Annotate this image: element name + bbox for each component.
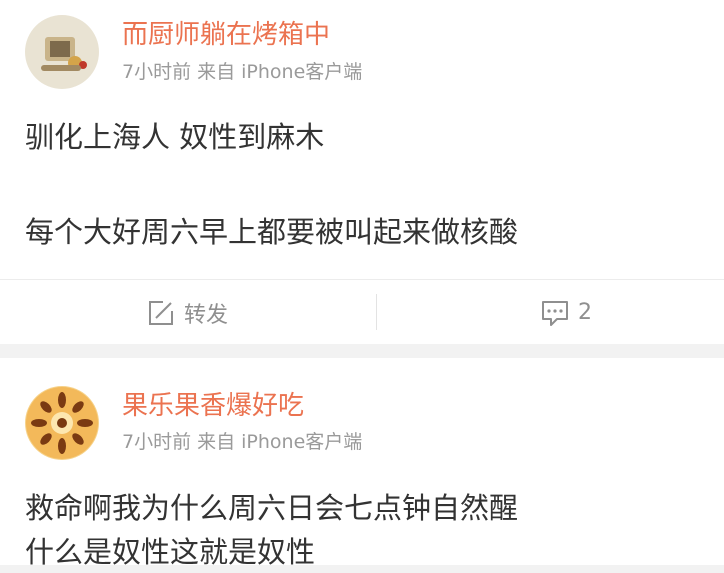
weibo-post-card: 而厨师躺在烤箱中 7小时前 来自 iPhone客户端 驯化上海人 奴性到麻木 每个… xyxy=(0,0,724,344)
compose-icon xyxy=(149,300,173,325)
post-source: 来自 iPhone客户端 xyxy=(197,61,363,83)
post-text-line: 驯化上海人 奴性到麻木 xyxy=(25,120,325,154)
avatar-image xyxy=(25,15,99,89)
avatar-image xyxy=(25,386,99,460)
post-actions: 转发 2 xyxy=(0,279,724,345)
post-meta: 7小时前 来自 iPhone客户端 xyxy=(122,430,362,454)
repost-button[interactable]: 转发 xyxy=(146,280,228,345)
post-meta: 7小时前 来自 iPhone客户端 xyxy=(122,60,362,84)
post-text-line: 每个大好周六早上都要被叫起来做核酸 xyxy=(25,215,519,249)
comment-icon xyxy=(542,300,568,326)
post-source: 来自 iPhone客户端 xyxy=(197,431,363,453)
comment-count: 2 xyxy=(578,300,592,325)
avatar[interactable] xyxy=(25,386,99,460)
post-time: 7小时前 xyxy=(122,431,192,453)
author-name[interactable]: 果乐果香爆好吃 xyxy=(122,391,304,421)
post-text-line: 救命啊我为什么周六日会七点钟自然醒 xyxy=(25,491,519,525)
author-name[interactable]: 而厨师躺在烤箱中 xyxy=(122,20,330,50)
post-text-line: 什么是奴性这就是奴性 xyxy=(25,535,316,569)
weibo-post-card: 果乐果香爆好吃 7小时前 来自 iPhone客户端 救命啊我为什么周六日会七点钟自… xyxy=(0,358,724,569)
repost-label: 转发 xyxy=(184,302,229,328)
avatar[interactable] xyxy=(25,15,99,89)
comment-button[interactable]: 2 xyxy=(540,280,592,345)
action-divider xyxy=(376,294,377,330)
post-time: 7小时前 xyxy=(122,61,192,83)
